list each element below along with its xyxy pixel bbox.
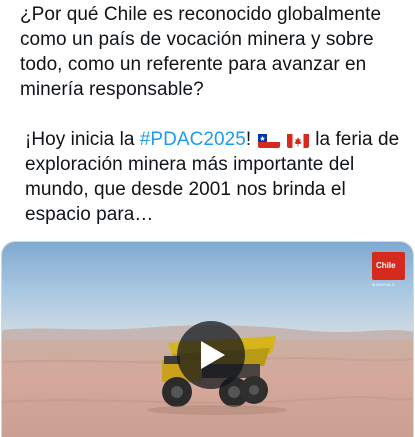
video-player[interactable]: Chile MINERALS: [1, 241, 414, 437]
logo-tagline: MINERALS: [372, 282, 395, 287]
play-icon: [201, 341, 225, 369]
hashtag-link[interactable]: #PDAC2025: [140, 129, 246, 150]
tweet-text-exclaim: !: [245, 129, 252, 150]
logo-text: Chile: [376, 261, 396, 270]
chile-flag-icon: [257, 132, 280, 148]
tweet-paragraph-1: ¿Por qué Chile es reconocido globalmente…: [20, 4, 382, 100]
canada-flag-icon: [286, 132, 309, 148]
play-button[interactable]: [177, 321, 245, 389]
chile-brand-logo: Chile MINERALS: [372, 252, 405, 288]
tweet-paragraph-2: ¡Hoy inicia la #PDAC2025! la feria de ex…: [20, 127, 408, 227]
tweet-text-prefix: ¡Hoy inicia la: [25, 129, 140, 150]
tweet-text: ¿Por qué Chile es reconocido globalmente…: [20, 2, 408, 227]
